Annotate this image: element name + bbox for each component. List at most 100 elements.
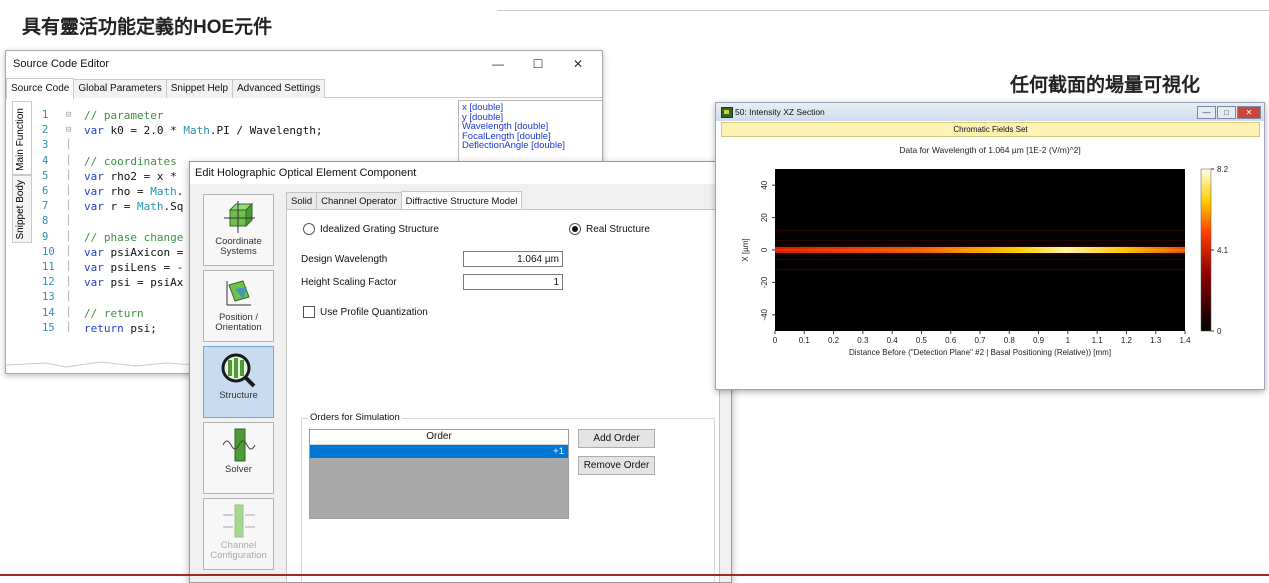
order-row[interactable]: +1 [310, 445, 568, 458]
dialog-tabs: Solid Channel Operator Diffractive Structu… [286, 190, 523, 211]
code-token: .Sq [163, 200, 184, 214]
x-tick-label: 0.3 [857, 336, 869, 345]
checkbox-box [303, 306, 315, 318]
fold-guide: │ [66, 262, 72, 273]
design-wavelength-field[interactable]: 1.064 µm [463, 251, 563, 267]
line-number-text: 11 [42, 261, 55, 274]
fold-guide: │ [66, 140, 72, 151]
sidebar-button-solver[interactable]: Solver [203, 422, 274, 494]
tab-global-parameters[interactable]: Global Parameters [73, 79, 167, 98]
side-tab-main-function[interactable]: Main Function [12, 101, 32, 175]
tab-source-code[interactable]: Source Code [6, 78, 75, 99]
sidebar-button-channel-configuration[interactable]: Channel Configuration [203, 498, 274, 570]
fold-guide: │ [66, 155, 72, 166]
line-number-text: 14 [42, 306, 55, 319]
code-token: psiAxicon = [103, 245, 184, 259]
fold-guide: │ [66, 201, 72, 212]
colorbar-tick-label: 8.2 [1217, 165, 1229, 174]
heatmap-beam-core [775, 249, 1185, 251]
code-token: var [84, 169, 104, 183]
tab-solid[interactable]: Solid [286, 192, 318, 210]
line-number: 12 │ [36, 275, 84, 290]
dialog-sidebar: Coordinate Systems Position / Orientatio… [196, 190, 282, 582]
document-view-icon [721, 107, 733, 118]
fold-toggle-icon[interactable]: ⊟ [66, 123, 80, 138]
line-number-text: 6 [42, 185, 49, 198]
sidebar-button-structure[interactable]: Structure [203, 346, 274, 418]
line-number: 8 │ [36, 214, 84, 229]
close-button[interactable]: ✕ [558, 51, 598, 77]
x-tick-label: 0.9 [1033, 336, 1045, 345]
checkbox-label: Use Profile Quantization [320, 306, 428, 318]
diffractive-structure-panel: Idealized Grating Structure Real Structu… [286, 209, 720, 582]
radio-label: Idealized Grating Structure [320, 223, 439, 235]
tab-channel-operator[interactable]: Channel Operator [316, 192, 402, 210]
top-divider [497, 10, 1269, 11]
x-tick-label: 0 [773, 336, 778, 345]
close-button[interactable]: ✕ [1237, 106, 1261, 119]
x-tick-label: 0.5 [916, 336, 928, 345]
line-number: 14 │ [36, 306, 84, 321]
code-token: var [84, 261, 104, 275]
fold-guide: │ [66, 231, 72, 242]
dialog-title: Edit Holographic Optical Element Compone… [190, 162, 731, 184]
orders-table[interactable]: Order +1 [309, 429, 569, 519]
fold-guide: │ [66, 186, 72, 197]
code-token: var [84, 245, 104, 259]
code-line: // parameter [84, 108, 452, 123]
side-tab-snippet-body[interactable]: Snippet Body [12, 175, 32, 243]
intensity-window-controls: — □ ✕ [1197, 106, 1261, 119]
fold-toggle-icon[interactable]: ⊟ [66, 108, 80, 123]
line-number-text: 9 [42, 230, 49, 243]
code-token: .PI / Wavelength; [209, 124, 323, 138]
fold-guide: │ [66, 216, 72, 227]
intensity-window-titlebar: 50: Intensity XZ Section — □ ✕ [716, 103, 1264, 121]
side-tabs: Main Function Snippet Body [12, 101, 32, 286]
remove-order-button[interactable]: Remove Order [578, 456, 655, 475]
code-token: Math [150, 185, 177, 199]
code-token: return [84, 321, 124, 335]
sidebar-button-label: Channel Configuration [210, 540, 267, 561]
tab-advanced-settings[interactable]: Advanced Settings [232, 79, 326, 98]
use-profile-quantization-checkbox[interactable]: Use Profile Quantization [303, 306, 428, 318]
minimize-button[interactable]: — [478, 51, 518, 77]
add-order-button[interactable]: Add Order [578, 429, 655, 448]
y-tick-label: -40 [760, 308, 769, 320]
sidebar-button-position-orientation[interactable]: Position / Orientation [203, 270, 274, 342]
code-token: k0 = 2.0 * [103, 124, 184, 138]
dialog-main: Solid Channel Operator Diffractive Structu… [286, 190, 722, 582]
height-scaling-field[interactable]: 1 [463, 274, 563, 290]
y-tick-label: -20 [760, 276, 769, 288]
code-token: Math [137, 200, 164, 214]
sidebar-button-label: Position / Orientation [215, 312, 262, 333]
y-tick-label: 0 [760, 247, 769, 252]
line-number: 11 │ [36, 260, 84, 275]
heatmap-fringe [775, 239, 1185, 241]
radio-circle [303, 223, 315, 235]
maximize-button[interactable]: □ [1217, 106, 1236, 119]
line-number-text: 10 [42, 245, 55, 258]
x-tick-label: 0.6 [945, 336, 957, 345]
chromatic-fields-banner: Chromatic Fields Set [721, 122, 1260, 137]
minimize-button[interactable]: — [1197, 106, 1216, 119]
line-number: 13 │ [36, 290, 84, 305]
line-number-text: 1 [42, 109, 49, 121]
tab-snippet-help[interactable]: Snippet Help [165, 79, 234, 98]
line-number-text: 5 [42, 169, 49, 182]
y-tick-label: 40 [760, 180, 769, 189]
radio-idealized-grating[interactable]: Idealized Grating Structure [303, 223, 439, 235]
line-number-text: 12 [42, 276, 55, 289]
code-token: var [84, 124, 104, 138]
x-axis-label: Distance Before ("Detection Plane" #2 | … [849, 348, 1111, 357]
tab-diffractive-structure-model[interactable]: Diffractive Structure Model [400, 191, 523, 211]
variable-item[interactable]: DeflectionAngle [double] [462, 141, 600, 151]
maximize-button[interactable]: ☐ [518, 51, 558, 77]
y-axis-label: X [µm] [741, 238, 750, 261]
intensity-heatmap-chart[interactable]: 0 0.1 0.2 0.3 0.4 0.5 0.6 0.7 0.8 0.9 1 1.1 1.2 1.3 1.… [716, 149, 1264, 389]
line-number: 4 │ [36, 154, 84, 169]
sidebar-button-coordinate-systems[interactable]: Coordinate Systems [203, 194, 274, 266]
hoe-edit-dialog: Edit Holographic Optical Element Compone… [189, 161, 732, 583]
radio-real-structure[interactable]: Real Structure [569, 223, 650, 235]
heatmap-fringe [775, 259, 1185, 261]
